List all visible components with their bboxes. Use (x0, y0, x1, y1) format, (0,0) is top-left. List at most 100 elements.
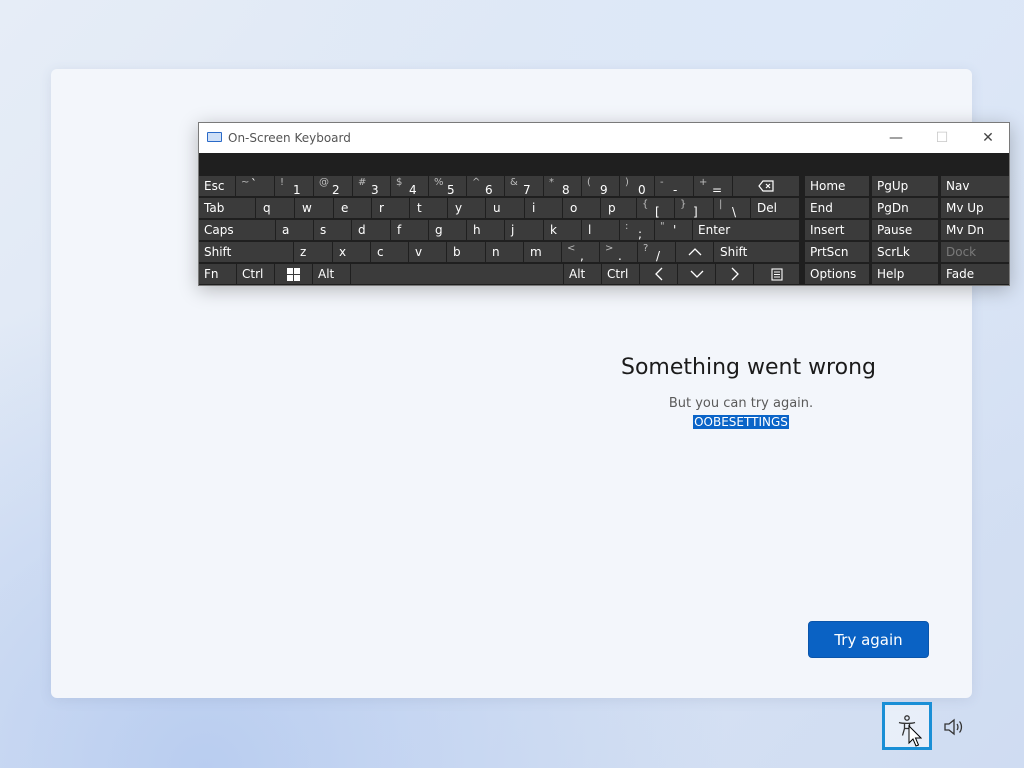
key-mv-up[interactable]: Mv Up (941, 198, 1009, 218)
key-x[interactable]: x (333, 242, 370, 262)
key-down-arrow[interactable] (678, 264, 715, 284)
key-right-arrow[interactable] (716, 264, 753, 284)
key-nav[interactable]: Nav (941, 176, 1009, 196)
key-6[interactable]: ^ 6 (467, 176, 504, 196)
key-n[interactable]: n (486, 242, 523, 262)
key-options[interactable]: Options (805, 264, 869, 284)
key-shift-char: } (680, 199, 687, 210)
key-fn[interactable]: Fn (199, 264, 236, 284)
key-caps[interactable]: Caps (199, 220, 275, 240)
key-q[interactable]: q (256, 198, 294, 218)
key-h[interactable]: h (467, 220, 504, 240)
key-p[interactable]: p (601, 198, 636, 218)
key-4[interactable]: $4 (391, 176, 428, 196)
key-home[interactable]: Home (805, 176, 869, 196)
key-pgdn[interactable]: PgDn (872, 198, 938, 218)
key-f[interactable]: f (391, 220, 428, 240)
key-g[interactable]: g (429, 220, 466, 240)
key-shift-right[interactable]: Shift (714, 242, 799, 262)
key-shift-char: ( (587, 177, 591, 188)
key-shift-char: " (660, 221, 665, 232)
key-insert[interactable]: Insert (805, 220, 869, 240)
key-e[interactable]: e (334, 198, 371, 218)
key-backspace[interactable] (733, 176, 799, 196)
key-y[interactable]: y (448, 198, 485, 218)
close-button[interactable]: ✕ (965, 123, 1011, 153)
key-slash[interactable]: ? / (638, 242, 675, 262)
key-5[interactable]: % 5 (429, 176, 466, 196)
key-r[interactable]: r (372, 198, 409, 218)
volume-icon[interactable] (942, 716, 964, 738)
key-period[interactable]: >. (600, 242, 637, 262)
key-bracket-left[interactable]: {[ (637, 198, 674, 218)
key-z[interactable]: z (294, 242, 332, 262)
key-9[interactable]: (9 (582, 176, 619, 196)
key-mv-dn[interactable]: Mv Dn (941, 220, 1009, 240)
key-space[interactable] (351, 264, 563, 284)
key-k[interactable]: k (544, 220, 581, 240)
error-code[interactable]: OOBESETTINGS (693, 415, 789, 429)
key-del[interactable]: Del (751, 198, 799, 218)
key-equals[interactable]: + = (694, 176, 732, 196)
key-3[interactable]: #3 (353, 176, 390, 196)
key-help[interactable]: Help (872, 264, 938, 284)
key-char: 1 (293, 183, 301, 196)
key-shift-char: > (605, 243, 614, 254)
key-up-arrow[interactable] (676, 242, 713, 262)
key-tab[interactable]: Tab (199, 198, 255, 218)
key-b[interactable]: b (447, 242, 485, 262)
try-again-button[interactable]: Try again (808, 621, 929, 658)
key-o[interactable]: o (563, 198, 600, 218)
osk-titlebar[interactable]: On-Screen Keyboard — ☐ ✕ (199, 123, 1009, 153)
key-alt-left[interactable]: Alt (313, 264, 350, 284)
key-2[interactable]: @2 (314, 176, 352, 196)
key-v[interactable]: v (409, 242, 446, 262)
key-menu[interactable] (754, 264, 799, 284)
key-t[interactable]: t (410, 198, 447, 218)
key-m[interactable]: m (524, 242, 561, 262)
key-char: ` (251, 177, 257, 191)
key-enter[interactable]: Enter (693, 220, 799, 240)
key-semicolon[interactable]: :; (620, 220, 654, 240)
key-left-arrow[interactable] (640, 264, 677, 284)
key-alt-right[interactable]: Alt (564, 264, 601, 284)
key-end[interactable]: End (805, 198, 869, 218)
key-8[interactable]: * 8 (544, 176, 581, 196)
key-dock[interactable]: Dock (941, 242, 1009, 262)
key-backslash[interactable]: | \ (714, 198, 750, 218)
key-pgup[interactable]: PgUp (872, 176, 938, 196)
minimize-button[interactable]: — (873, 123, 919, 153)
key-a[interactable]: a (276, 220, 313, 240)
key-esc[interactable]: Esc (199, 176, 235, 196)
maximize-button[interactable]: ☐ (919, 123, 965, 153)
accessibility-button[interactable] (882, 702, 932, 750)
key-u[interactable]: u (486, 198, 524, 218)
key-ctrl-right[interactable]: Ctrl (602, 264, 639, 284)
key-prtscn[interactable]: PrtScn (805, 242, 869, 262)
key-i[interactable]: i (525, 198, 562, 218)
key-shift-char: + (699, 177, 708, 188)
key-s[interactable]: s (314, 220, 351, 240)
key-1[interactable]: ! 1 (275, 176, 313, 196)
key-0[interactable]: ) 0 (620, 176, 654, 196)
key-w[interactable]: w (295, 198, 333, 218)
key-bracket-right[interactable]: }] (675, 198, 713, 218)
key-windows[interactable] (275, 264, 312, 284)
key-char: 8 (562, 183, 570, 196)
key-d[interactable]: d (352, 220, 390, 240)
key-shift-char: $ (396, 177, 403, 188)
on-screen-keyboard: On-Screen Keyboard — ☐ ✕ Esc ~ ` ! 1 @2 #3… (198, 122, 1010, 286)
key-fade[interactable]: Fade (941, 264, 1009, 284)
key-ctrl-left[interactable]: Ctrl (237, 264, 274, 284)
key-7[interactable]: & 7 (505, 176, 543, 196)
key-j[interactable]: j (505, 220, 543, 240)
key-minus[interactable]: -- (655, 176, 693, 196)
key-tilde[interactable]: ~ ` (236, 176, 274, 196)
key-quote[interactable]: " ' (655, 220, 692, 240)
key-shift-left[interactable]: Shift (199, 242, 293, 262)
key-scrlk[interactable]: ScrLk (872, 242, 938, 262)
key-c[interactable]: c (371, 242, 408, 262)
key-comma[interactable]: <, (562, 242, 599, 262)
key-pause[interactable]: Pause (872, 220, 938, 240)
key-l[interactable]: l (582, 220, 619, 240)
